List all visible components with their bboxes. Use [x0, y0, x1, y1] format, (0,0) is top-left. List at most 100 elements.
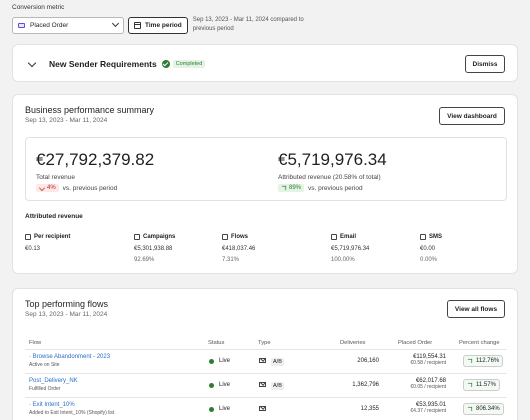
email-icon	[259, 382, 266, 387]
status-cell: Live	[209, 358, 230, 364]
time-period-button[interactable]: Time period	[128, 16, 188, 34]
revenue-box: €27,792,379.82 Total revenue 4% vs. prev…	[25, 137, 507, 201]
trend-up-icon	[281, 185, 287, 191]
placed-order-cell: €53,935.01 €4.37 / recipient	[383, 402, 446, 414]
percent-change-cell: 806.34%	[463, 403, 504, 415]
sender-requirements-banner: New Sender Requirements Completed Dismis…	[12, 44, 518, 82]
attributed-revenue-value: €5,719,976.34	[278, 150, 387, 169]
conversion-metric-value: Placed Order	[30, 21, 69, 29]
percent-change-badge: 112.76%	[463, 355, 504, 367]
table-divider	[25, 349, 507, 350]
per-recipient-value: €0.58 / recipient	[410, 360, 446, 366]
view-all-flows-button[interactable]: View all flows	[447, 300, 505, 318]
summary-date-range: Sep 13, 2023 - Mar 11, 2024	[25, 117, 108, 124]
attributed-revenue-label: Attributed revenue (20.58% of total)	[278, 174, 381, 181]
metric-per-recipient: Per recipient €0.13	[25, 234, 70, 252]
flow-cell: Post_Delivery_NK Fulfilled Order	[29, 378, 78, 392]
attributed-revenue-note: vs. previous period	[308, 184, 363, 192]
flow-name-link[interactable]: · Exit Intent_10%	[29, 402, 114, 408]
trend-up-badge: 89%	[278, 184, 305, 192]
calendar-icon	[134, 21, 141, 29]
metric-percent: 92.69%	[134, 257, 155, 263]
flow-trigger: Fulfilled Order	[29, 386, 61, 392]
metric-value: €0.13	[25, 246, 41, 252]
dismiss-button[interactable]: Dismiss	[465, 55, 505, 73]
banner-title: New Sender Requirements	[49, 59, 157, 69]
metric-label: Per recipient	[34, 234, 71, 240]
per-recipient-value: €0.05 / recipient	[410, 384, 446, 390]
flow-name-link[interactable]: Post_Delivery_NK	[29, 378, 78, 384]
summary-title: Business performance summary	[25, 105, 155, 115]
business-summary-card: Business performance summary Sep 13, 202…	[12, 94, 518, 274]
status-cell: Live	[209, 382, 230, 388]
metric-value: €5,301,938.88	[134, 246, 173, 252]
percent-change-value: 806.34%	[476, 406, 500, 412]
metric-email: Email €5,719,976.34 100.00%	[331, 234, 369, 263]
total-revenue-label: Total revenue	[36, 174, 76, 181]
expand-chevron-icon[interactable]	[27, 58, 37, 68]
metric-value: €418,037.46	[222, 246, 256, 252]
controls: Placed Order Time period Sep 13, 2023 - …	[12, 16, 323, 34]
trend-up-icon	[467, 406, 473, 412]
metric-label: Campaigns	[143, 234, 176, 240]
flow-trigger: Added to Exit Intent_10% (Shopify) list	[29, 410, 115, 416]
banner-title-row: New Sender Requirements Completed	[49, 59, 206, 69]
percent-change-value: 11.57%	[476, 382, 496, 388]
conversion-metric-label: Conversion metric	[12, 4, 65, 11]
trend-up-icon	[467, 358, 473, 364]
total-revenue-note: vs. previous period	[62, 184, 118, 192]
person-icon	[25, 234, 31, 240]
campaign-icon	[134, 234, 140, 240]
percent-change-cell: 112.76%	[463, 355, 504, 367]
conversion-metric-select[interactable]: Placed Order	[12, 16, 124, 34]
percent-change-cell: 11.57%	[463, 379, 500, 391]
deliveries-cell: 1,362,796	[352, 382, 379, 388]
metric-percent: 0.00%	[420, 257, 438, 263]
view-dashboard-button[interactable]: View dashboard	[439, 107, 505, 125]
time-period-label: Time period	[145, 21, 182, 29]
metric-value: €0.00	[420, 246, 436, 252]
col-header-type: Type	[258, 340, 271, 346]
email-icon	[259, 358, 266, 363]
metric-sms: SMS €0.00 0.00%	[420, 234, 442, 263]
deliveries-cell: 12,355	[360, 406, 379, 412]
type-cell	[259, 406, 266, 413]
metric-label: Email	[340, 234, 357, 240]
col-header-status: Status	[208, 340, 225, 346]
metric-percent: 7.31%	[222, 257, 240, 263]
type-cell: A/B	[259, 358, 284, 366]
col-header-placed-order: Placed Order	[398, 340, 433, 346]
ab-test-badge: A/B	[271, 358, 284, 366]
attributed-revenue-change: 89%	[289, 185, 302, 191]
status-label: Live	[219, 382, 231, 388]
metric-percent: 100.00%	[331, 257, 355, 263]
check-circle-icon	[161, 60, 170, 68]
col-header-deliveries: Deliveries	[340, 340, 366, 346]
email-icon	[259, 406, 266, 411]
trend-down-badge: 4%	[36, 184, 59, 192]
metric-flows: Flows €418,037.46 7.31%	[222, 234, 255, 263]
metric-icon	[18, 22, 25, 28]
per-recipient-value: €4.37 / recipient	[410, 408, 446, 414]
flow-name-link[interactable]: · Browse Abandonment - 2023	[29, 354, 110, 360]
deliveries-cell: 206,160	[357, 358, 379, 364]
percent-change-badge: 806.34%	[463, 403, 504, 415]
status-label: Live	[219, 406, 231, 412]
status-cell: Live	[209, 406, 230, 412]
flow-cell: · Browse Abandonment - 2023 Active on Si…	[29, 354, 110, 368]
flows-title: Top performing flows	[25, 299, 109, 309]
metric-label: Flows	[231, 234, 249, 240]
top-flows-card: Top performing flows Sep 13, 2023 - Mar …	[12, 288, 518, 420]
metric-label: SMS	[429, 234, 443, 240]
completed-badge: Completed	[172, 60, 206, 68]
total-revenue-trend: 4% vs. previous period	[36, 184, 117, 192]
live-status-icon	[209, 406, 214, 412]
flows-date-range: Sep 13, 2023 - Mar 11, 2024	[25, 311, 108, 318]
attributed-revenue-trend: 89% vs. previous period	[278, 184, 363, 192]
sms-icon	[420, 234, 426, 240]
table-divider	[25, 397, 507, 398]
total-revenue-change: 4%	[47, 185, 56, 191]
trend-down-icon	[39, 185, 45, 191]
ab-test-badge: A/B	[271, 382, 284, 390]
top-bar: Conversion metric Placed Order Time peri…	[12, 4, 518, 34]
